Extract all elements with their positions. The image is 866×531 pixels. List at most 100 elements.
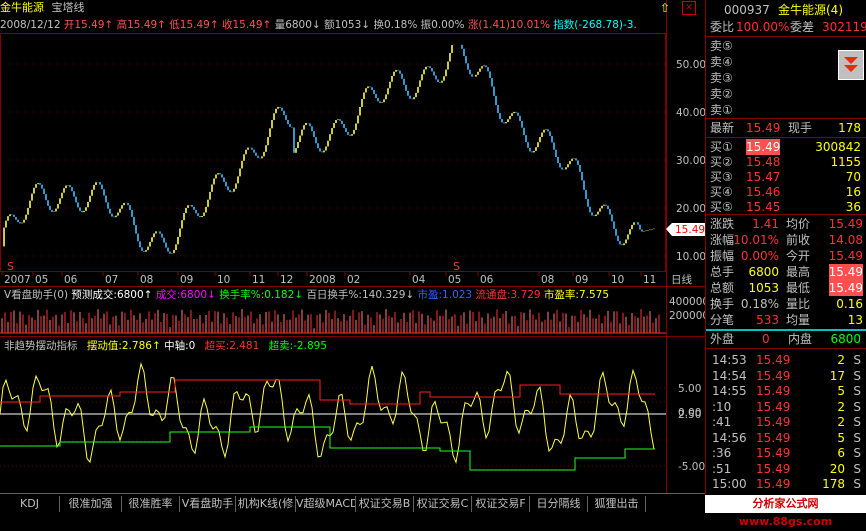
stat-value-2: 14.08	[828, 233, 863, 247]
main-y-tick: 50.00	[676, 59, 705, 71]
chart-area[interactable]: S S 50.00 40.00 30.00 20.00 10.00 15.49 …	[0, 0, 705, 493]
tab-indicator[interactable]: V超级MACD	[296, 496, 356, 512]
oscillator-label: 非趋势摆动指标	[4, 340, 78, 352]
stat-label: 涨跌	[710, 217, 735, 231]
buy-level-volume: 70	[845, 170, 861, 184]
stat-value: 1.41	[752, 217, 779, 231]
buy-level-row[interactable]: 买④ 15.46 16	[706, 184, 866, 200]
x-axis-label: 11	[252, 274, 265, 286]
stat-value: 0.00%	[740, 249, 779, 263]
stat-label-2: 均价	[786, 217, 811, 231]
tab-indicator[interactable]: 很准加强	[60, 496, 122, 512]
stat-value-2: 13	[847, 313, 863, 327]
stat-value: 0.18%	[740, 297, 779, 311]
pe-ratio: 市盈率:7.575	[543, 289, 610, 301]
amount-value: 1053↓	[334, 19, 371, 31]
tick-volume: 5	[837, 430, 845, 445]
hundred-day-turnover: 百日换手%:140.329↓	[306, 289, 415, 301]
signal-s-marker: S	[7, 260, 14, 273]
float-shares: 流通盘:3.729	[475, 289, 541, 301]
indicator-name[interactable]: 宝塔线	[52, 1, 85, 14]
change-label: 涨	[467, 19, 479, 31]
x-axis-label: 09	[575, 274, 588, 286]
tick-side: S	[853, 461, 861, 476]
stat-label-2: 最低	[786, 281, 811, 295]
sell-level-label: 卖④	[710, 55, 733, 69]
tab-indicator[interactable]: 机构K线(修	[236, 496, 296, 512]
buy-level-row[interactable]: 买① 15.49 300842	[706, 139, 866, 155]
stat-label: 换手	[710, 297, 735, 311]
tick-volume: 5	[837, 384, 845, 398]
tick-time: 14:53	[712, 353, 747, 367]
sell-level-row: 卖④	[706, 54, 866, 70]
tick-time: :10	[712, 399, 732, 414]
tab-indicator[interactable]: 权证交易C	[414, 496, 472, 512]
x-axis-label: 05	[35, 274, 48, 286]
x-axis-label: 10	[217, 274, 230, 286]
tab-indicator[interactable]: 权证交易F	[472, 496, 530, 512]
x-axis-label: 2008	[309, 274, 336, 286]
up-arrow-icon[interactable]: ⇧	[660, 0, 670, 16]
stat-label: 振幅	[710, 249, 735, 263]
buy-level-row[interactable]: 买② 15.48 1155	[706, 154, 866, 170]
high-value: 15.49↑	[127, 19, 166, 31]
sell-level-row: 卖①	[706, 102, 866, 118]
sell-level-row: 卖⑤	[706, 38, 866, 54]
tick-volume: 6	[837, 446, 845, 460]
outer-inner-row: 外盘 0 内盘 6800	[706, 331, 866, 347]
change-value: (1.41)10.01%	[478, 19, 550, 31]
high-label: 高	[116, 19, 128, 31]
x-axis-label: 09	[180, 274, 193, 286]
buy-level-label: 买⑤	[710, 200, 733, 214]
tab-indicator[interactable]: 很准胜率	[122, 496, 180, 512]
tick-time: 15:00	[712, 477, 747, 491]
osc-y-tick: -5.00	[678, 461, 705, 473]
tick-row: :51 15.49 20 S	[706, 461, 866, 477]
turnover-value: 0.18%	[383, 19, 418, 31]
main-y-tick: 20.00	[676, 203, 705, 215]
buy-level-row[interactable]: 买⑤ 15.45 36	[706, 199, 866, 215]
stat-value-2: 15.49	[828, 217, 863, 231]
tick-row: :10 15.49 2 S	[706, 399, 866, 415]
tick-row: 14:54 15.49 17 S	[706, 368, 866, 384]
volume-panel-header[interactable]: V看盘助手(0) 预测成交:6800↑ 成交:6800↓ 换手率%:0.182↓…	[4, 288, 666, 302]
close-value: 15.49↑	[232, 19, 272, 31]
tab-indicator[interactable]: 权证交易B	[356, 496, 414, 512]
buy-level-label: 买③	[710, 170, 733, 184]
footer-logo: 分析家公式网 www.88gs.com	[705, 495, 866, 528]
order-ratio-row: 委比 100.00% 委差 302119	[706, 19, 866, 35]
stat-label: 涨幅	[710, 233, 735, 247]
x-axis-label: 05	[448, 274, 461, 286]
tick-time: :41	[712, 415, 732, 429]
indicator-tabs: KDJ 很准加强 很准胜率 V看盘助手 机构K线(修 V超级MACD 权证交易B 权证交易C 权…	[0, 493, 705, 514]
buy-level-volume: 16	[845, 185, 861, 199]
sell-level-label: 卖③	[710, 71, 733, 85]
tick-price: 15.49	[756, 446, 791, 460]
tick-price: 15.49	[756, 368, 791, 383]
tab-indicator[interactable]: 狐狸出击	[588, 496, 646, 512]
tick-side: S	[853, 430, 861, 445]
quote-panel: 000937 金牛能源(4) 委比 100.00% 委差 302119 最新 1…	[705, 0, 866, 513]
tick-price: 15.49	[756, 399, 791, 414]
stat-label: 总手	[710, 265, 735, 279]
buy-level-price: 15.45	[746, 200, 781, 214]
tab-indicator[interactable]: 日分隔线	[530, 496, 588, 512]
oscillator-panel-header[interactable]: 非趋势摆动指标 摆动值:2.786↑ 中轴:0 超买:2.481 超卖:-2.8…	[4, 339, 666, 353]
oscillator-lines	[0, 362, 666, 471]
x-axis-label: 08	[140, 274, 153, 286]
buy-level-row[interactable]: 买③ 15.47 70	[706, 169, 866, 185]
tab-indicator[interactable]: V看盘助手	[180, 496, 236, 512]
close-icon[interactable]: ✕	[682, 1, 696, 15]
stat-label-2: 最高	[786, 265, 811, 279]
overbought-value: 超买:2.481	[204, 340, 260, 352]
tab-indicator[interactable]: KDJ	[0, 496, 60, 512]
oversold-value: 超卖:-2.895	[268, 340, 327, 352]
stat-value-2: 15.49	[828, 249, 863, 263]
tick-price: 15.49	[756, 415, 791, 429]
period-unit[interactable]: 日线	[671, 273, 692, 286]
tick-side: S	[853, 384, 861, 398]
outer-value: 0	[762, 332, 770, 346]
tick-price: 15.49	[756, 461, 791, 476]
tick-volume: 20	[829, 461, 845, 476]
current-hand-label: 现手	[788, 121, 813, 135]
